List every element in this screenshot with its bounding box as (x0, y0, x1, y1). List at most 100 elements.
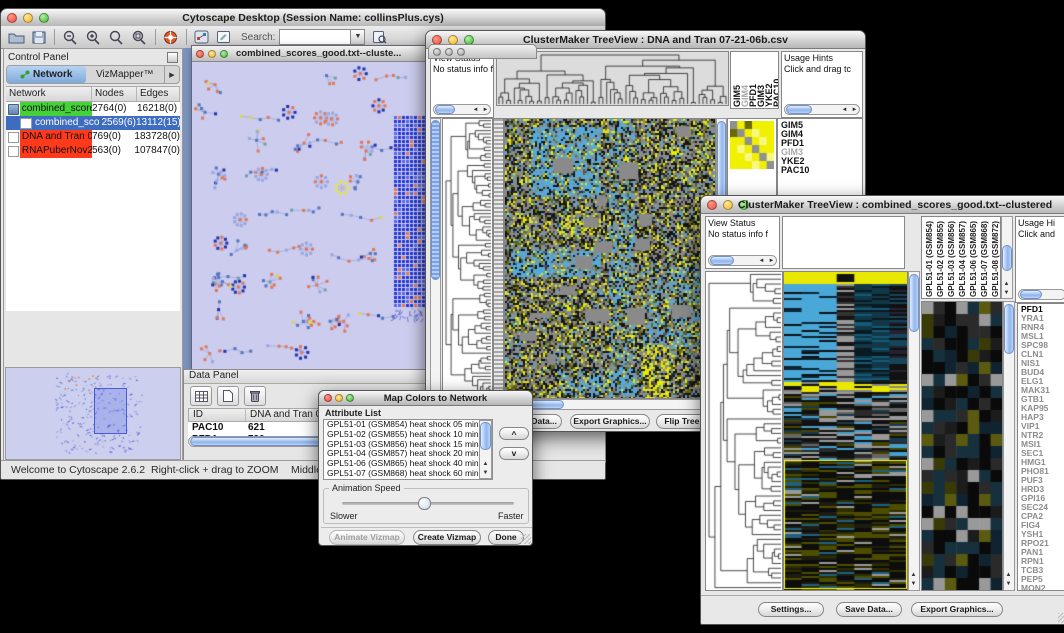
heatmap-hscrollbar[interactable] (504, 399, 716, 410)
column-label[interactable]: GPL51-08 (GSM872) (990, 218, 1001, 297)
minimize-icon[interactable] (335, 394, 343, 402)
column-label[interactable]: GPL51-06 (GSM865) (968, 218, 979, 297)
float-panel-icon[interactable] (167, 52, 178, 63)
usage-hints-hscrollbar[interactable] (1018, 289, 1064, 300)
create-vizmap-button[interactable]: Create Vizmap (413, 530, 481, 545)
open-folder-icon[interactable] (8, 31, 25, 44)
column-label[interactable]: GPL51-04 (GSM857) (957, 218, 968, 297)
search-dropdown-icon[interactable]: ▼ (351, 29, 365, 45)
tab-overflow-arrow-icon[interactable] (164, 66, 179, 83)
network-table-row[interactable]: DNA and Tran 07 769(0) 183728(0) (6, 130, 180, 144)
export-graphics-button[interactable]: Export Graphics... (911, 602, 1003, 617)
column-label[interactable]: GPL51-01 (GSM854) (924, 218, 935, 297)
minimize-icon[interactable] (208, 50, 216, 58)
network-table-row[interactable]: RNAPuberNov2+ 563(0) 107847(0) (6, 144, 180, 158)
scroll-thumb[interactable] (786, 105, 812, 114)
close-icon[interactable] (7, 13, 17, 23)
scroll-thumb[interactable] (435, 105, 455, 114)
scroll-thumb[interactable] (1004, 304, 1014, 354)
overview-viewport-rect[interactable] (94, 388, 127, 434)
zoom-view-panel[interactable] (921, 301, 1003, 591)
annotation-icon[interactable] (216, 30, 231, 44)
close-icon[interactable] (196, 50, 204, 58)
column-dendrogram-panel[interactable] (782, 216, 905, 269)
usage-hints-hscrollbar[interactable] (784, 104, 860, 115)
zoom-vscrollbar[interactable] (1003, 301, 1015, 591)
heatmap-canvas[interactable] (505, 119, 715, 398)
network-canvas[interactable] (192, 62, 442, 369)
scroll-right-icon[interactable] (481, 106, 490, 115)
network-table-row[interactable]: combined_scores 2764(0) 16218(0) (6, 102, 180, 116)
network-overview-panel[interactable] (5, 367, 181, 460)
close-icon[interactable] (433, 48, 441, 56)
treeview2-title-bar[interactable]: ClusterMaker TreeView : combined_scores_… (701, 196, 1064, 214)
view-status-hscrollbar[interactable] (433, 104, 491, 115)
column-label[interactable]: GPL51-02 (GSM855) (935, 218, 946, 297)
zoom-out-icon[interactable] (62, 30, 78, 45)
done-button[interactable]: Done (488, 530, 524, 545)
scroll-thumb[interactable] (480, 422, 491, 450)
view-status-hscrollbar[interactable] (708, 255, 777, 266)
main-title-bar[interactable]: Cytoscape Desktop (Session Name: collins… (1, 9, 605, 27)
background-window-title-bar[interactable] (428, 44, 537, 59)
scroll-up-icon[interactable] (1004, 571, 1013, 580)
scroll-left-icon[interactable] (757, 257, 766, 266)
column-label[interactable]: GPL51-07 (GSM868) (979, 218, 990, 297)
scroll-right-icon[interactable] (767, 257, 776, 266)
tab-vizmapper[interactable]: VizMapper™ (86, 66, 165, 83)
heatmap-panel[interactable] (783, 271, 908, 591)
zoom-matrix-canvas[interactable] (730, 121, 774, 169)
new-attribute-icon[interactable] (217, 386, 239, 406)
zoom-heatmap-canvas[interactable] (922, 302, 1002, 590)
column-dendrogram-panel[interactable] (496, 51, 729, 106)
row-label[interactable]: PAC10 (781, 166, 862, 175)
zoom-fit-icon[interactable] (131, 30, 147, 45)
save-icon[interactable] (32, 31, 46, 44)
attribute-list-vscrollbar[interactable] (479, 420, 492, 479)
row-dendrogram-canvas[interactable] (706, 272, 782, 590)
help-lifesaver-icon[interactable] (163, 30, 178, 45)
row-dendrogram-panel[interactable] (442, 118, 493, 399)
resize-grip[interactable] (521, 534, 531, 544)
scroll-up-icon[interactable] (909, 571, 918, 580)
column-dendrogram-canvas[interactable] (497, 52, 728, 105)
network-overview-canvas[interactable] (6, 368, 180, 459)
move-up-button[interactable]: ^ (499, 427, 529, 440)
heatmap-canvas[interactable] (784, 272, 907, 590)
dialog-title-bar[interactable]: Map Colors to Network (319, 391, 532, 406)
speed-slider-thumb[interactable] (418, 497, 431, 510)
attribute-list[interactable]: GPL51-01 (GSM854) heat shock 05 minGPL51… (323, 419, 493, 480)
scroll-thumb[interactable] (431, 120, 440, 280)
left-vscrollbar[interactable] (430, 118, 441, 399)
column-label[interactable]: GPL51-03 (GSM856) (946, 218, 957, 297)
scroll-down-icon[interactable] (1002, 289, 1011, 298)
scroll-down-icon[interactable] (909, 580, 918, 589)
scroll-left-icon[interactable] (840, 106, 849, 115)
scroll-thumb[interactable] (909, 274, 919, 332)
zoom-selected-icon[interactable] (108, 30, 124, 45)
attribute-list-item[interactable]: GPL51-07 (GSM868) heat shock 60 min (324, 469, 492, 479)
close-icon[interactable] (324, 394, 332, 402)
zoom-in-icon[interactable] (85, 30, 101, 45)
tab-network[interactable]: Network (7, 66, 86, 83)
resize-grip[interactable] (1058, 613, 1064, 623)
close-icon[interactable] (707, 200, 717, 210)
zoom-icon[interactable] (457, 48, 465, 56)
zoom-icon[interactable] (220, 50, 228, 58)
scroll-thumb[interactable] (1020, 290, 1042, 299)
search-input[interactable] (279, 29, 351, 45)
minimize-icon[interactable] (445, 48, 453, 56)
attribute-browser-icon[interactable] (372, 30, 387, 44)
save-data-button[interactable]: Save Data... (836, 602, 902, 617)
scroll-up-icon[interactable] (481, 460, 490, 469)
export-graphics-button[interactable]: Export Graphics... (570, 414, 650, 429)
scroll-thumb[interactable] (710, 256, 734, 265)
vizmapper-icon[interactable] (194, 30, 209, 44)
column-label[interactable]: PAC10 (773, 53, 779, 107)
scroll-right-icon[interactable] (850, 106, 859, 115)
scroll-down-icon[interactable] (1004, 580, 1013, 589)
scroll-up-icon[interactable] (1002, 280, 1011, 289)
row-dendrogram-canvas[interactable] (443, 119, 492, 398)
network-view-title-bar[interactable]: combined_scores_good.txt--cluste... (192, 46, 444, 62)
scroll-down-icon[interactable] (481, 469, 490, 478)
